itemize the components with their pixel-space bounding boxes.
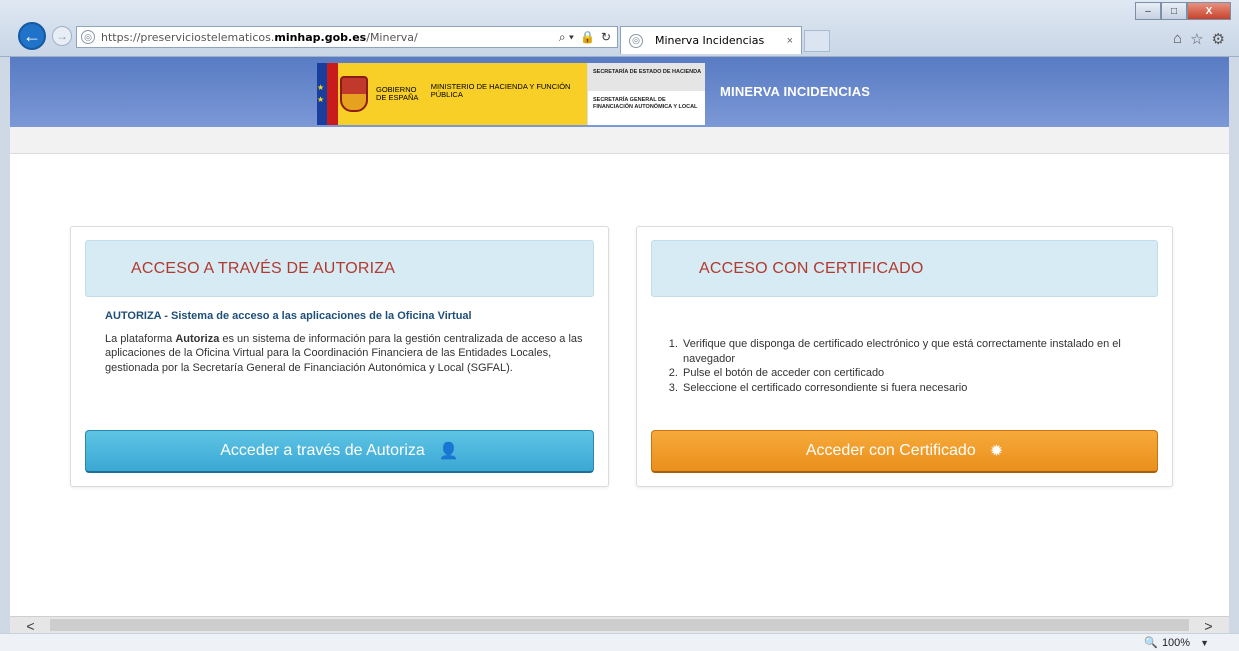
- window-controls: – □ X: [1135, 2, 1231, 20]
- tab-favicon-icon: ◎: [629, 33, 643, 48]
- site-favicon-icon: ◎: [81, 30, 95, 44]
- page-viewport: ★ ★ GOBIERNO DE ESPAÑA MINISTERIO DE HAC…: [10, 57, 1229, 616]
- eu-flag-icon: ★ ★: [317, 63, 327, 125]
- certificado-login-button[interactable]: Acceder con Certificado ✹: [651, 430, 1158, 473]
- forward-button[interactable]: →: [52, 26, 72, 46]
- window-frame-right: [1229, 57, 1239, 616]
- status-bar: 🔍 100% ▼: [0, 633, 1239, 651]
- user-icon: 👤: [438, 443, 459, 460]
- secretaria-logo: SECRETARÍA DE ESTADO DE HACIENDA SECRETA…: [587, 63, 705, 125]
- autoriza-panel-header: ACCESO A TRAVÉS DE AUTORIZA: [85, 240, 594, 297]
- zoom-icon: 🔍: [1144, 637, 1158, 649]
- horizontal-scrollbar[interactable]: < >: [10, 616, 1229, 634]
- sub-navbar: [10, 127, 1229, 154]
- window-frame-left: [0, 57, 10, 616]
- autoriza-button-label: Acceder a través de Autoriza: [220, 442, 425, 459]
- back-button[interactable]: ←: [18, 22, 46, 50]
- autoriza-panel: ACCESO A TRAVÉS DE AUTORIZA AUTORIZA - S…: [70, 226, 609, 487]
- coat-of-arms-icon: [338, 63, 370, 125]
- tab-close-icon[interactable]: ×: [787, 35, 793, 47]
- close-window-button[interactable]: X: [1187, 2, 1231, 20]
- autoriza-panel-body: AUTORIZA - Sistema de acceso a las aplic…: [105, 309, 588, 375]
- gear-icon[interactable]: ⚙: [1212, 30, 1225, 48]
- chevron-down-icon[interactable]: ▼: [1200, 638, 1209, 648]
- certificado-button-label: Acceder con Certificado: [805, 442, 976, 459]
- address-bar[interactable]: ◎ https://preserviciostelematicos.minhap…: [76, 26, 618, 48]
- certificado-panel-body: Verifique que disponga de certificado el…: [661, 337, 1144, 395]
- new-tab-button[interactable]: [804, 30, 830, 52]
- gobierno-logo: ★ ★ GOBIERNO DE ESPAÑA MINISTERIO DE HAC…: [317, 63, 587, 125]
- browser-chrome: – □ X ← → ◎ https://preserviciostelemati…: [0, 0, 1239, 57]
- certificado-panel-header: ACCESO CON CERTIFICADO: [651, 240, 1158, 297]
- header-banner: ★ ★ GOBIERNO DE ESPAÑA MINISTERIO DE HAC…: [10, 57, 1229, 127]
- secretaria-general-text: SECRETARÍA GENERAL DE FINANCIACIÓN AUTON…: [593, 97, 698, 110]
- autoriza-panel-title: ACCESO A TRAVÉS DE AUTORIZA: [131, 259, 396, 277]
- certificate-icon: ✹: [989, 443, 1004, 460]
- lock-icon[interactable]: 🔒: [580, 30, 595, 45]
- page-title: MINERVA INCIDENCIAS: [720, 84, 871, 99]
- step-item: Pulse el botón de acceder con certificad…: [681, 366, 1144, 381]
- url-text[interactable]: https://preserviciostelematicos.minhap.g…: [101, 31, 418, 44]
- arrow-left-icon: ←: [23, 25, 41, 46]
- zoom-level: 100%: [1161, 636, 1191, 649]
- minimize-button[interactable]: –: [1135, 2, 1161, 20]
- home-icon[interactable]: ⌂: [1173, 30, 1182, 48]
- star-icon[interactable]: ☆: [1190, 30, 1203, 48]
- tab-minerva[interactable]: ◎ Minerva Incidencias ×: [620, 26, 802, 54]
- autoriza-login-button[interactable]: Acceder a través de Autoriza 👤: [85, 430, 594, 473]
- autoriza-description: La plataforma Autoriza es un sistema de …: [105, 332, 583, 374]
- certificado-steps: Verifique que disponga de certificado el…: [661, 337, 1144, 395]
- step-item: Seleccione el certificado corresondiente…: [681, 381, 1144, 396]
- zoom-control[interactable]: 🔍 100% ▼: [1144, 636, 1209, 650]
- arrow-right-icon: →: [56, 29, 68, 43]
- scroll-right-icon[interactable]: >: [1200, 617, 1217, 634]
- tab-title: Minerva Incidencias: [655, 34, 765, 47]
- scrollbar-thumb[interactable]: [50, 619, 1189, 631]
- ministerio-text: MINISTERIO DE HACIENDA Y FUNCIÓN PÚBLICA: [430, 82, 571, 99]
- browser-tools: ⌂ ☆ ⚙: [1173, 30, 1225, 48]
- step-item: Verifique que disponga de certificado el…: [681, 337, 1144, 366]
- address-tools: ⌕ ▾ 🔒 ↻: [559, 30, 617, 45]
- certificado-panel-title: ACCESO CON CERTIFICADO: [699, 259, 924, 277]
- certificado-panel: ACCESO CON CERTIFICADO Verifique que dis…: [636, 226, 1173, 487]
- secretaria-estado-text: SECRETARÍA DE ESTADO DE HACIENDA: [588, 63, 705, 91]
- scroll-left-icon[interactable]: <: [22, 617, 39, 634]
- autoriza-subtitle: AUTORIZA - Sistema de acceso a las aplic…: [105, 310, 472, 322]
- search-icon[interactable]: ⌕ ▾: [559, 30, 574, 45]
- refresh-icon[interactable]: ↻: [601, 30, 611, 45]
- gobierno-text: GOBIERNO DE ESPAÑA: [376, 85, 419, 102]
- maximize-button[interactable]: □: [1161, 2, 1187, 20]
